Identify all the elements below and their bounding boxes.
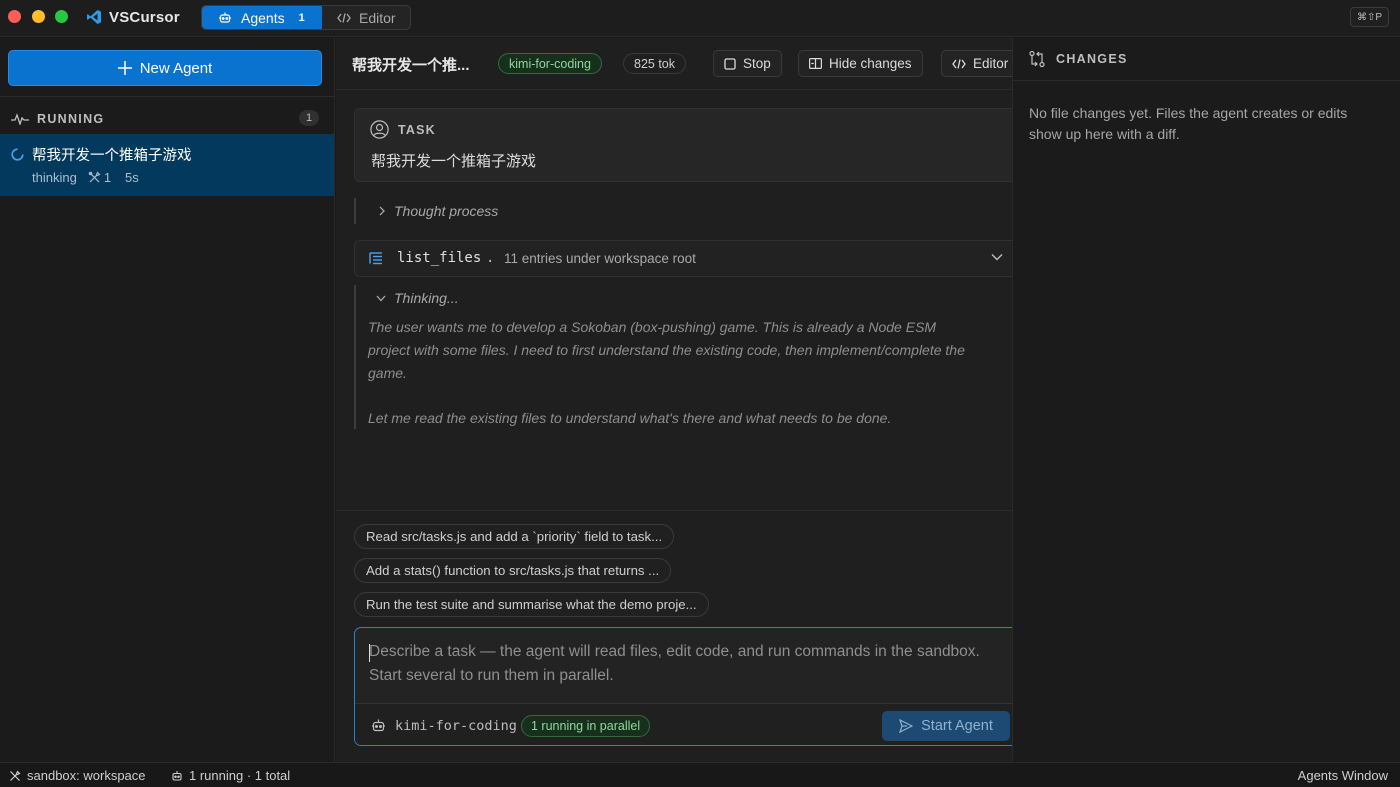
tab-agents[interactable]: Agents 1 <box>202 6 322 29</box>
app-title: VSCursor <box>109 9 180 26</box>
token-count-badge: 825 tok <box>623 53 687 74</box>
status-running[interactable]: 1 running · 1 total <box>171 768 290 783</box>
tab-agents-count: 1 <box>298 11 305 24</box>
suggestion-chip[interactable]: Run the test suite and summarise what th… <box>354 592 709 617</box>
tool-name: list_files <box>397 250 482 266</box>
tab-agents-label: Agents <box>241 9 285 26</box>
maximize-window-button[interactable] <box>55 10 68 23</box>
agent-item-meta: thinking 1 5s <box>32 170 139 185</box>
tool-call-row[interactable]: list_files . 11 entries under workspace … <box>354 240 1014 277</box>
conversation-header: 帮我开发一个推... kimi-for-coding 825 tok Stop … <box>336 38 1019 90</box>
composer-model-selector[interactable]: kimi-for-coding <box>395 718 517 734</box>
running-section-header[interactable]: RUNNING 1 <box>11 110 321 128</box>
agents-tab-icon <box>218 11 232 25</box>
task-text: 帮我开发一个推箱子游戏 <box>371 153 537 170</box>
spinner-icon <box>11 148 24 161</box>
bot-icon <box>171 770 183 782</box>
changes-panel: CHANGES No file changes yet. Files the a… <box>1012 38 1400 762</box>
chevron-down-icon <box>376 295 386 302</box>
changes-empty-state: No file changes yet. Files the agent cre… <box>1029 105 1348 142</box>
user-icon <box>370 120 389 139</box>
thinking-label: Thinking... <box>394 290 459 306</box>
tab-editor[interactable]: Editor <box>323 6 410 29</box>
suggestion-chip[interactable]: Add a stats() function to src/tasks.js t… <box>354 558 672 583</box>
task-composer: Describe a task — the agent will read fi… <box>354 627 1016 746</box>
agent-conversation-panel: 帮我开发一个推... kimi-for-coding 825 tok Stop … <box>336 38 1019 762</box>
status-bar: sandbox: workspace 1 running · 1 total A… <box>0 762 1400 787</box>
tool-summary: 11 entries under workspace root <box>504 251 696 266</box>
placeholder-line: Start several to run them in parallel. <box>369 667 614 684</box>
status-sandbox[interactable]: sandbox: workspace <box>9 768 146 783</box>
hide-changes-button[interactable]: Hide changes <box>798 50 923 77</box>
agent-tool-count: 1 <box>103 170 112 185</box>
thinking-line: game. <box>368 365 407 381</box>
diff-icon <box>809 58 822 69</box>
list-tree-icon <box>369 251 383 265</box>
agent-elapsed: 5s <box>125 170 139 185</box>
agent-status: thinking <box>32 170 77 185</box>
thinking-line: The user wants me to develop a Sokoban (… <box>368 319 937 335</box>
running-section-label: RUNNING <box>37 112 105 126</box>
plus-icon <box>117 61 132 75</box>
chevron-down-icon[interactable] <box>991 253 1003 261</box>
open-editor-button[interactable]: Editor <box>941 50 1019 77</box>
status-window-label: Agents Window <box>1297 768 1388 783</box>
changes-header: CHANGES <box>1013 38 1400 81</box>
sidebar-divider <box>0 96 334 97</box>
vscode-logo-icon <box>86 9 102 25</box>
mode-switch: Agents 1 Editor <box>201 5 411 30</box>
bot-icon <box>371 718 386 733</box>
thinking-block: Thinking... The user wants me to develop… <box>354 285 1014 429</box>
thinking-line: project with some files. I need to first… <box>368 342 965 358</box>
open-editor-label: Editor <box>973 56 1009 71</box>
title-bar: VSCursor Agents 1 Editor ⌘⇧P <box>0 0 1400 37</box>
code-icon <box>952 58 966 70</box>
stop-button[interactable]: Stop <box>713 50 782 77</box>
start-agent-button[interactable]: Start Agent <box>882 711 1010 741</box>
composer-footer: kimi-for-coding 1 running in parallel St… <box>355 703 1016 745</box>
hide-changes-label: Hide changes <box>829 56 912 71</box>
placeholder-line: Describe a task — the agent will read fi… <box>369 643 980 660</box>
thought-process-toggle[interactable]: Thought process <box>354 198 994 224</box>
tool-argument: . <box>486 250 495 266</box>
chevron-right-icon <box>378 206 386 216</box>
thinking-line: Let me read the existing files to unders… <box>368 410 892 426</box>
start-agent-label: Start Agent <box>921 718 993 734</box>
text-caret <box>369 644 370 662</box>
status-window[interactable]: Agents Window <box>1298 768 1388 783</box>
agents-sidebar: New Agent RUNNING 1 帮我开发一个推箱子游戏 thinking… <box>0 38 335 762</box>
thought-process-label: Thought process <box>394 203 499 219</box>
task-label: TASK <box>398 123 436 137</box>
new-agent-label: New Agent <box>139 59 213 77</box>
send-icon <box>899 719 914 733</box>
running-count-badge: 1 <box>299 110 319 126</box>
model-badge: kimi-for-coding <box>498 53 602 74</box>
parallel-status-badge: 1 running in parallel <box>521 715 651 737</box>
command-palette-shortcut[interactable]: ⌘⇧P <box>1349 7 1389 27</box>
status-sandbox-label: sandbox: workspace <box>27 768 146 783</box>
task-input[interactable]: Describe a task — the agent will read fi… <box>369 640 1014 688</box>
agent-heading: 帮我开发一个推... <box>352 57 470 74</box>
suggestion-chip[interactable]: Read src/tasks.js and add a `priority` f… <box>354 524 675 549</box>
tools-icon <box>9 769 21 782</box>
tools-icon <box>88 171 101 184</box>
stop-label: Stop <box>743 56 771 71</box>
status-running-label: 1 running · 1 total <box>189 768 291 783</box>
activity-icon <box>11 113 29 125</box>
stop-icon <box>724 57 736 70</box>
code-icon <box>337 12 351 24</box>
agent-list-item[interactable]: 帮我开发一个推箱子游戏 thinking 1 5s <box>0 134 334 196</box>
new-agent-button[interactable]: New Agent <box>8 50 322 86</box>
agent-item-title: 帮我开发一个推箱子游戏 <box>32 148 192 164</box>
composer-divider <box>336 510 1012 511</box>
changes-title: CHANGES <box>1056 52 1128 66</box>
task-card: TASK 帮我开发一个推箱子游戏 <box>354 108 1014 182</box>
tab-editor-label: Editor <box>359 9 396 26</box>
minimize-window-button[interactable] <box>32 10 45 23</box>
thinking-toggle[interactable]: Thinking... <box>376 290 459 306</box>
close-window-button[interactable] <box>8 10 21 23</box>
git-compare-icon <box>1028 50 1046 68</box>
